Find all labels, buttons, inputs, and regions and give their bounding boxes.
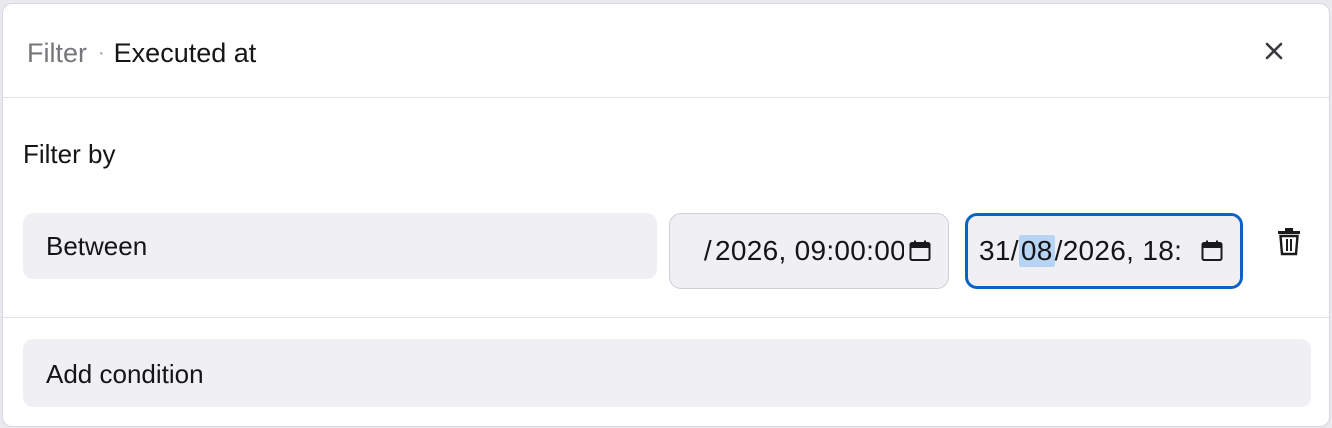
close-button[interactable] (1261, 38, 1287, 64)
calendar-icon (909, 240, 931, 261)
close-icon (1265, 42, 1283, 60)
date-to-calendar-button[interactable] (1196, 216, 1240, 286)
filter-dialog: Filter · Executed at Filter by Between /… (2, 3, 1330, 427)
trash-icon (1278, 228, 1300, 256)
title-separator: · (98, 42, 105, 64)
date-to-sep-2: / (1054, 235, 1063, 266)
operator-select[interactable]: Between (23, 213, 657, 279)
date-from-text: 2026, 09:00:00 (714, 235, 906, 266)
add-condition-button[interactable]: Add condition (23, 339, 1311, 407)
title-prefix: Filter (27, 38, 87, 68)
date-to-input[interactable]: 31 / 08 / 2026, 18: (965, 213, 1243, 289)
date-from-input[interactable]: / 2026, 09:00:00 (669, 213, 949, 289)
date-to-year-time[interactable]: 2026, 18: (1063, 235, 1182, 267)
date-to-month[interactable]: 08 (1018, 235, 1055, 267)
dialog-header: Filter · Executed at (3, 4, 1329, 98)
date-to-day[interactable]: 31 (979, 235, 1011, 267)
delete-condition-button[interactable] (1275, 227, 1303, 257)
section-divider (3, 317, 1329, 318)
date-to-value: 31 / 08 / 2026, 18: (979, 216, 1182, 286)
title-field: Executed at (113, 38, 257, 68)
date-from-calendar-button[interactable] (904, 214, 948, 288)
filter-by-label: Filter by (23, 139, 116, 169)
date-from-clipped: / (703, 235, 712, 266)
calendar-icon (1201, 240, 1223, 261)
date-from-value: / 2026, 09:00:00 (704, 214, 906, 288)
date-to-sep-1: / (1010, 235, 1019, 266)
dialog-title: Filter · Executed at (27, 36, 256, 70)
